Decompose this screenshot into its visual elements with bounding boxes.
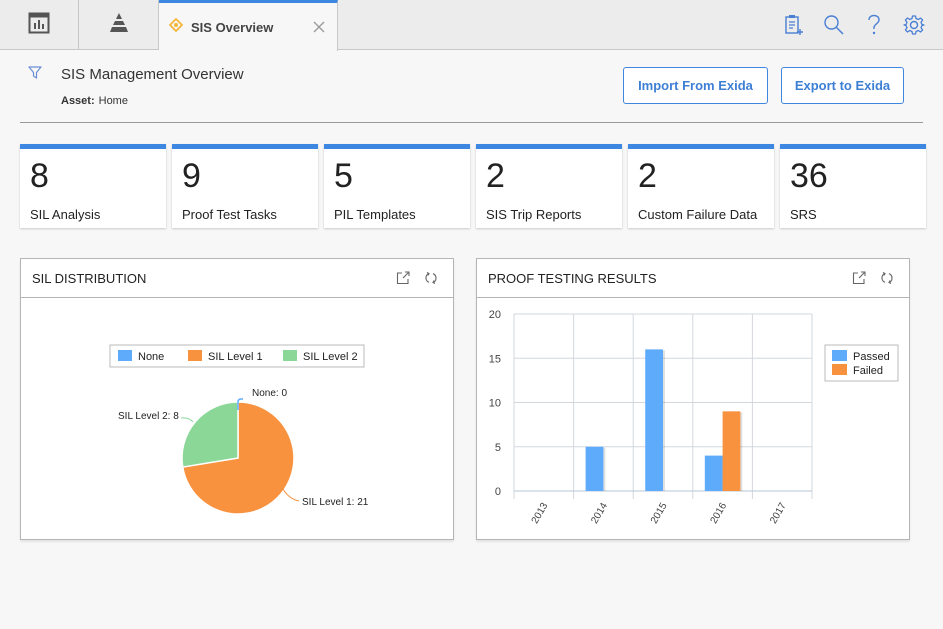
filter-button[interactable]	[28, 66, 42, 85]
close-tab-button[interactable]	[307, 15, 331, 39]
external-link-icon	[852, 271, 866, 285]
open-external-button[interactable]	[393, 268, 413, 288]
refresh-button[interactable]	[421, 268, 441, 288]
x-tick-label: 2017	[768, 501, 789, 526]
tab-sis-overview[interactable]: SIS Overview	[159, 0, 338, 51]
header-divider	[20, 122, 923, 123]
close-icon	[313, 21, 325, 33]
bar-failed-2016[interactable]	[722, 411, 741, 491]
external-link-icon	[396, 271, 410, 285]
y-tick-label: 20	[489, 309, 501, 321]
refresh-icon	[425, 272, 437, 284]
asset-value: Home	[98, 95, 128, 107]
tile-sil-analysis[interactable]: 8 SIL Analysis	[20, 144, 166, 228]
sil-pie-chart: None SIL Level 1 SIL Level 2 None: 0 SIL…	[109, 344, 369, 515]
legend-swatch-none	[118, 350, 132, 361]
export-to-exida-button[interactable]: Export to Exida	[781, 67, 904, 104]
open-external-button[interactable]	[849, 268, 869, 288]
bar-legend: Passed Failed	[824, 344, 899, 382]
leader-line-sil2	[180, 417, 194, 423]
nav-tab-dashboard[interactable]	[0, 0, 79, 50]
tile-srs[interactable]: 36 SRS	[780, 144, 926, 228]
panel-title: PROOF TESTING RESULTS	[488, 270, 657, 286]
pie-slices	[181, 401, 295, 515]
asset-info: Asset: Home	[61, 95, 128, 107]
tile-label: Custom Failure Data	[638, 207, 758, 222]
tile-label: SRS	[790, 207, 817, 222]
x-tick-label: 2014	[589, 501, 610, 526]
tab-title: SIS Overview	[191, 19, 274, 35]
proof-testing-results-panel: PROOF TESTING RESULTS 0 5 10 15 20 2013 2014 2…	[476, 258, 910, 540]
legend-label-sil1: SIL Level 1	[208, 351, 263, 363]
pie-legend: None SIL Level 1 SIL Level 2	[109, 344, 365, 368]
legend-swatch-failed	[832, 364, 847, 375]
bar-passed-2016[interactable]	[704, 455, 723, 491]
import-from-exida-button[interactable]: Import From Exida	[623, 67, 768, 104]
tile-label: SIS Trip Reports	[486, 207, 582, 222]
data-label-none: None: 0	[252, 388, 287, 399]
legend-label-sil2: SIL Level 2	[303, 351, 358, 363]
y-tick-label: 0	[495, 486, 501, 498]
new-document-button[interactable]	[783, 12, 805, 38]
y-tick-label: 10	[489, 398, 501, 410]
panel-title: SIL DISTRIBUTION	[32, 270, 147, 286]
proof-testing-bar-chart: 0 5 10 15 20 2013 2014 2015 2016 2017 Passed Fai…	[489, 309, 899, 526]
tile-count: 2	[638, 157, 657, 195]
bar-passed-2014[interactable]	[585, 446, 604, 491]
tile-count: 36	[790, 157, 828, 195]
tile-label: SIL Analysis	[30, 207, 101, 222]
bar-passed-2015[interactable]	[645, 349, 663, 491]
toolbar	[783, 12, 925, 38]
y-axis-ticks: 0 5 10 15 20	[489, 309, 501, 498]
panel-header: PROOF TESTING RESULTS	[477, 259, 909, 298]
settings-button[interactable]	[903, 12, 925, 38]
sil-distribution-panel: SIL DISTRIBUTION None SIL Level 1 SIL Le…	[20, 258, 454, 540]
x-tick-label: 2015	[649, 501, 670, 526]
tile-pil-templates[interactable]: 5 PIL Templates	[324, 144, 470, 228]
page-title: SIS Management Overview	[61, 66, 244, 83]
tile-custom-failure-data[interactable]: 2 Custom Failure Data	[628, 144, 774, 228]
asset-label: Asset:	[61, 95, 95, 107]
tile-count: 8	[30, 157, 49, 195]
panel-header: SIL DISTRIBUTION	[21, 259, 453, 298]
bar-marks	[585, 349, 743, 491]
refresh-icon	[881, 272, 893, 284]
x-tick-label: 2013	[530, 501, 551, 526]
pie-slice-sil-level-2[interactable]	[181, 401, 239, 468]
search-icon	[824, 15, 844, 35]
tile-proof-test-tasks[interactable]: 9 Proof Test Tasks	[172, 144, 318, 228]
filter-icon	[28, 66, 42, 79]
pyramid-icon	[107, 12, 131, 39]
tile-label: PIL Templates	[334, 207, 416, 222]
tile-count: 2	[486, 157, 505, 195]
help-icon	[868, 14, 880, 35]
search-button[interactable]	[823, 12, 845, 38]
legend-label-passed: Passed	[853, 351, 890, 363]
summary-tiles: 8 SIL Analysis 9 Proof Test Tasks 5 PIL Tem…	[20, 144, 926, 228]
nav-tab-pyramid[interactable]	[79, 0, 159, 50]
data-label-sil2: SIL Level 2: 8	[118, 411, 179, 422]
new-document-icon	[785, 15, 803, 35]
tile-label: Proof Test Tasks	[182, 207, 277, 222]
tile-count: 5	[334, 157, 353, 195]
legend-label-failed: Failed	[853, 365, 883, 377]
legend-swatch-sil2	[283, 350, 297, 361]
x-axis-ticks: 2013 2014 2015 2016 2017	[530, 501, 789, 526]
y-tick-label: 15	[489, 353, 501, 365]
tile-count: 9	[182, 157, 201, 195]
help-button[interactable]	[863, 12, 885, 38]
tile-sis-trip-reports[interactable]: 2 SIS Trip Reports	[476, 144, 622, 228]
y-tick-label: 5	[495, 442, 501, 454]
legend-label-none: None	[138, 351, 164, 363]
dashboard-icon	[28, 12, 50, 39]
gear-icon	[903, 15, 925, 35]
leader-line-sil1	[282, 488, 300, 502]
data-label-sil1: SIL Level 1: 21	[302, 497, 369, 508]
refresh-button[interactable]	[877, 268, 897, 288]
x-tick-label: 2016	[709, 501, 730, 526]
top-bar: SIS Overview	[0, 0, 943, 51]
legend-swatch-sil1	[188, 350, 202, 361]
legend-swatch-passed	[832, 350, 847, 361]
diamond-icon	[168, 17, 184, 37]
